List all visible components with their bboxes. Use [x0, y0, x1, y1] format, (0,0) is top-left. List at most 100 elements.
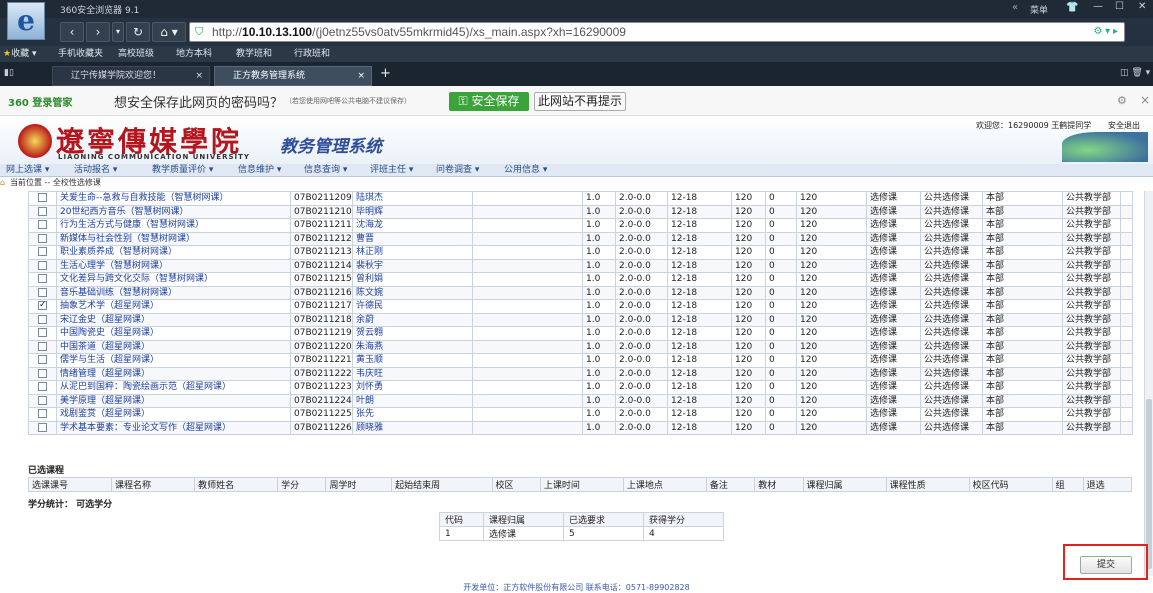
course-name-link[interactable]: 儒学与生活（超星网课） [56, 353, 291, 368]
weeks-cell: 12-18 [667, 339, 732, 354]
menu-info-maintenance[interactable]: 信息维护 ▾ [238, 164, 281, 176]
course-checkbox[interactable] [38, 300, 47, 311]
course-checkbox[interactable] [38, 206, 47, 216]
course-checkbox[interactable] [38, 260, 47, 270]
logout-link[interactable]: 安全退出 [1108, 120, 1140, 131]
menu-info-query[interactable]: 信息查询 ▾ [304, 164, 347, 176]
course-name-link[interactable]: 新媒体与社会性别（智慧树网课） [56, 231, 291, 246]
submit-button[interactable]: 提交 [1080, 556, 1132, 574]
favorites-button[interactable]: ★收藏 ▾ [3, 48, 36, 60]
collapse-icon[interactable]: « [1012, 2, 1018, 13]
menu-survey[interactable]: 问卷调查 ▾ [436, 164, 479, 176]
course-name-link[interactable]: 关爱生命--急救与自救技能（智慧树网课） [56, 191, 291, 206]
teacher-name-link[interactable]: 顾晓雅 [352, 420, 473, 435]
menu-rate-headteacher[interactable]: 评班主任 ▾ [370, 164, 413, 176]
forward-button[interactable]: › [86, 22, 110, 42]
safe-save-button[interactable]: ⚿ 安全保存 [449, 92, 529, 111]
course-checkbox[interactable] [38, 341, 47, 351]
maximize-button[interactable]: ☐ [1115, 1, 1124, 12]
course-checkbox[interactable] [38, 328, 47, 338]
favorite-item-teaching[interactable]: 教学班和 [236, 48, 272, 60]
teacher-name-link[interactable]: 贺云翱 [352, 326, 473, 341]
vertical-scrollbar[interactable] [1144, 191, 1153, 576]
course-name-link[interactable]: 中国茶道（超星网课） [56, 339, 291, 354]
course-checkbox[interactable] [38, 314, 47, 324]
teacher-name-link[interactable]: 韦庆旺 [352, 366, 473, 381]
menu-public-info[interactable]: 公用信息 ▾ [504, 164, 547, 176]
teacher-name-link[interactable]: 裴秋宇 [352, 258, 473, 273]
favorite-item-class[interactable]: 高校班级 [118, 48, 154, 60]
course-name-link[interactable]: 中国陶瓷史（超星网课） [56, 326, 291, 341]
favorite-item-undergrad[interactable]: 地方本科 [176, 48, 212, 60]
teacher-name-link[interactable]: 刘怀勇 [352, 380, 473, 395]
course-name-link[interactable]: 学术基本要素：专业论文写作（超星网课） [56, 420, 291, 435]
menu-online-selection[interactable]: 网上选课 ▾ [6, 164, 49, 176]
course-checkbox[interactable] [38, 368, 47, 378]
teacher-name-link[interactable]: 林正刚 [352, 245, 473, 260]
course-name-link[interactable]: 行为生活方式与健康（智慧树网课） [56, 218, 291, 233]
teacher-name-link[interactable]: 朱海燕 [352, 339, 473, 354]
select-cell [28, 366, 57, 381]
course-checkbox[interactable] [38, 382, 47, 392]
teacher-name-link[interactable]: 曾利娟 [352, 272, 473, 287]
course-name-link[interactable]: 职业素质养成（智慧树网课） [56, 245, 291, 260]
course-checkbox[interactable] [38, 409, 47, 419]
back-button[interactable]: ‹ [60, 22, 84, 42]
course-checkbox[interactable] [38, 233, 47, 243]
course-checkbox[interactable] [38, 193, 47, 203]
teacher-name-link[interactable]: 沈海龙 [352, 218, 473, 233]
teacher-name-link[interactable]: 陆琪杰 [352, 191, 473, 206]
teacher-name-link[interactable]: 许德民 [352, 299, 473, 314]
course-name-link[interactable]: 文化差异与跨文化交际（智慧树网课） [56, 272, 291, 287]
close-bar-icon[interactable]: × [1140, 93, 1150, 107]
menu-button[interactable]: 菜单 [1030, 3, 1048, 16]
teacher-name-link[interactable]: 张先 [352, 407, 473, 422]
course-checkbox[interactable] [38, 247, 47, 257]
course-name-link[interactable]: 音乐基础训练（智慧树网课） [56, 285, 291, 300]
course-name-link[interactable]: 20世纪西方音乐（智慧树网课） [56, 204, 291, 219]
teacher-name-link[interactable]: 黄玉顺 [352, 353, 473, 368]
menu-activity-signup[interactable]: 活动报名 ▾ [74, 164, 117, 176]
course-name-link[interactable]: 宋辽金史（超星网课） [56, 312, 291, 327]
course-checkbox[interactable] [38, 422, 47, 432]
history-dropdown[interactable]: ▾ [112, 22, 124, 42]
favorite-item-admin[interactable]: 行政班和 [294, 48, 330, 60]
teacher-name-link[interactable]: 余蔚 [352, 312, 473, 327]
menu-teaching-evaluation[interactable]: 教学质量评价 ▾ [152, 164, 213, 176]
tab-liaoning[interactable]: 辽宁传媒学院欢迎您！ × [52, 66, 210, 86]
course-name-link[interactable]: 情绪管理（超星网课） [56, 366, 291, 381]
course-checkbox[interactable] [38, 220, 47, 230]
course-checkbox[interactable] [38, 274, 47, 284]
address-tools-icon[interactable]: ⚙ ▾ ▸ [1093, 23, 1118, 41]
favorite-item-mobile[interactable]: 手机收藏夹 [58, 48, 103, 60]
home-button[interactable]: ⌂ ▾ [152, 22, 186, 42]
course-checkbox[interactable] [38, 355, 47, 365]
teacher-name-link[interactable]: 曹晋 [352, 231, 473, 246]
course-name-link[interactable]: 从泥巴到国粹：陶瓷绘画示范（超星网课） [56, 380, 291, 395]
refresh-button[interactable]: ↻ [126, 22, 150, 42]
course-name-link[interactable]: 生活心理学（智慧树网课） [56, 258, 291, 273]
course-name-link[interactable]: 美学原理（超星网课） [56, 393, 291, 408]
course-name-link[interactable]: 戏剧鉴赏（超星网课） [56, 407, 291, 422]
never-save-button[interactable]: 此网站不再提示 [534, 92, 626, 111]
weeks-cell: 12-18 [667, 420, 732, 435]
teacher-name-link[interactable]: 陈文婉 [352, 285, 473, 300]
address-bar[interactable]: ⛉ http://10.10.13.100/(j0etnz55vs0atv55m… [189, 22, 1125, 42]
sidebar-toggle-icon[interactable]: ▮▯ [4, 68, 14, 78]
close-window-button[interactable]: ✕ [1138, 1, 1146, 12]
course-nature-cell: 公共选修课 [920, 245, 983, 260]
new-tab-icon[interactable]: + [380, 66, 391, 81]
school-name-en: LIAONING COMMUNICATION UNIVERSITY [58, 153, 250, 161]
skin-icon[interactable]: 👕 [1066, 2, 1078, 13]
tab-tools-icon[interactable]: ◫ 🗑 ▾ [1120, 68, 1150, 78]
close-tab-icon[interactable]: × [195, 67, 203, 86]
settings-gear-icon[interactable]: ⚙ [1117, 94, 1127, 107]
close-tab-icon[interactable]: × [357, 67, 365, 86]
course-checkbox[interactable] [38, 395, 47, 405]
course-checkbox[interactable] [38, 287, 47, 297]
course-name-link[interactable]: 抽象艺术学（超星网课） [56, 299, 291, 314]
teacher-name-link[interactable]: 毕明辉 [352, 204, 473, 219]
tab-zhengfang[interactable]: 正方教务管理系统 × [214, 66, 372, 86]
minimize-button[interactable]: — [1093, 1, 1103, 12]
teacher-name-link[interactable]: 叶朗 [352, 393, 473, 408]
